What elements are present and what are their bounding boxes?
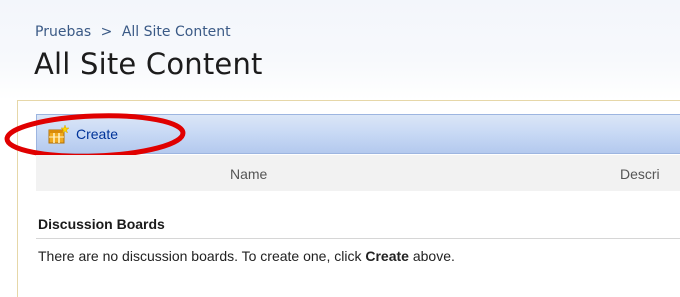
breadcrumb-item-current: All Site Content [121,24,231,40]
breadcrumb: Pruebas > All Site Content [35,24,231,40]
create-button-label: Create [76,126,119,142]
page-title: All Site Content [34,47,263,81]
create-list-icon [48,124,70,144]
breadcrumb-separator: > [100,24,113,40]
empty-message-text-end: above. [408,248,455,264]
column-header-row [36,155,680,191]
empty-message: There are no discussion boards. To creat… [38,248,455,264]
empty-message-text: There are no discussion boards. To creat… [38,248,366,264]
column-header-name[interactable]: Name [230,166,267,182]
create-button[interactable]: Create [48,121,118,147]
breadcrumb-item-pruebas[interactable]: Pruebas [35,24,91,40]
toolbar [36,114,680,154]
column-header-description[interactable]: Descri [620,166,660,182]
section-title-discussion-boards: Discussion Boards [38,216,165,232]
section-divider [36,238,680,239]
empty-message-create-link: Create [365,248,409,264]
